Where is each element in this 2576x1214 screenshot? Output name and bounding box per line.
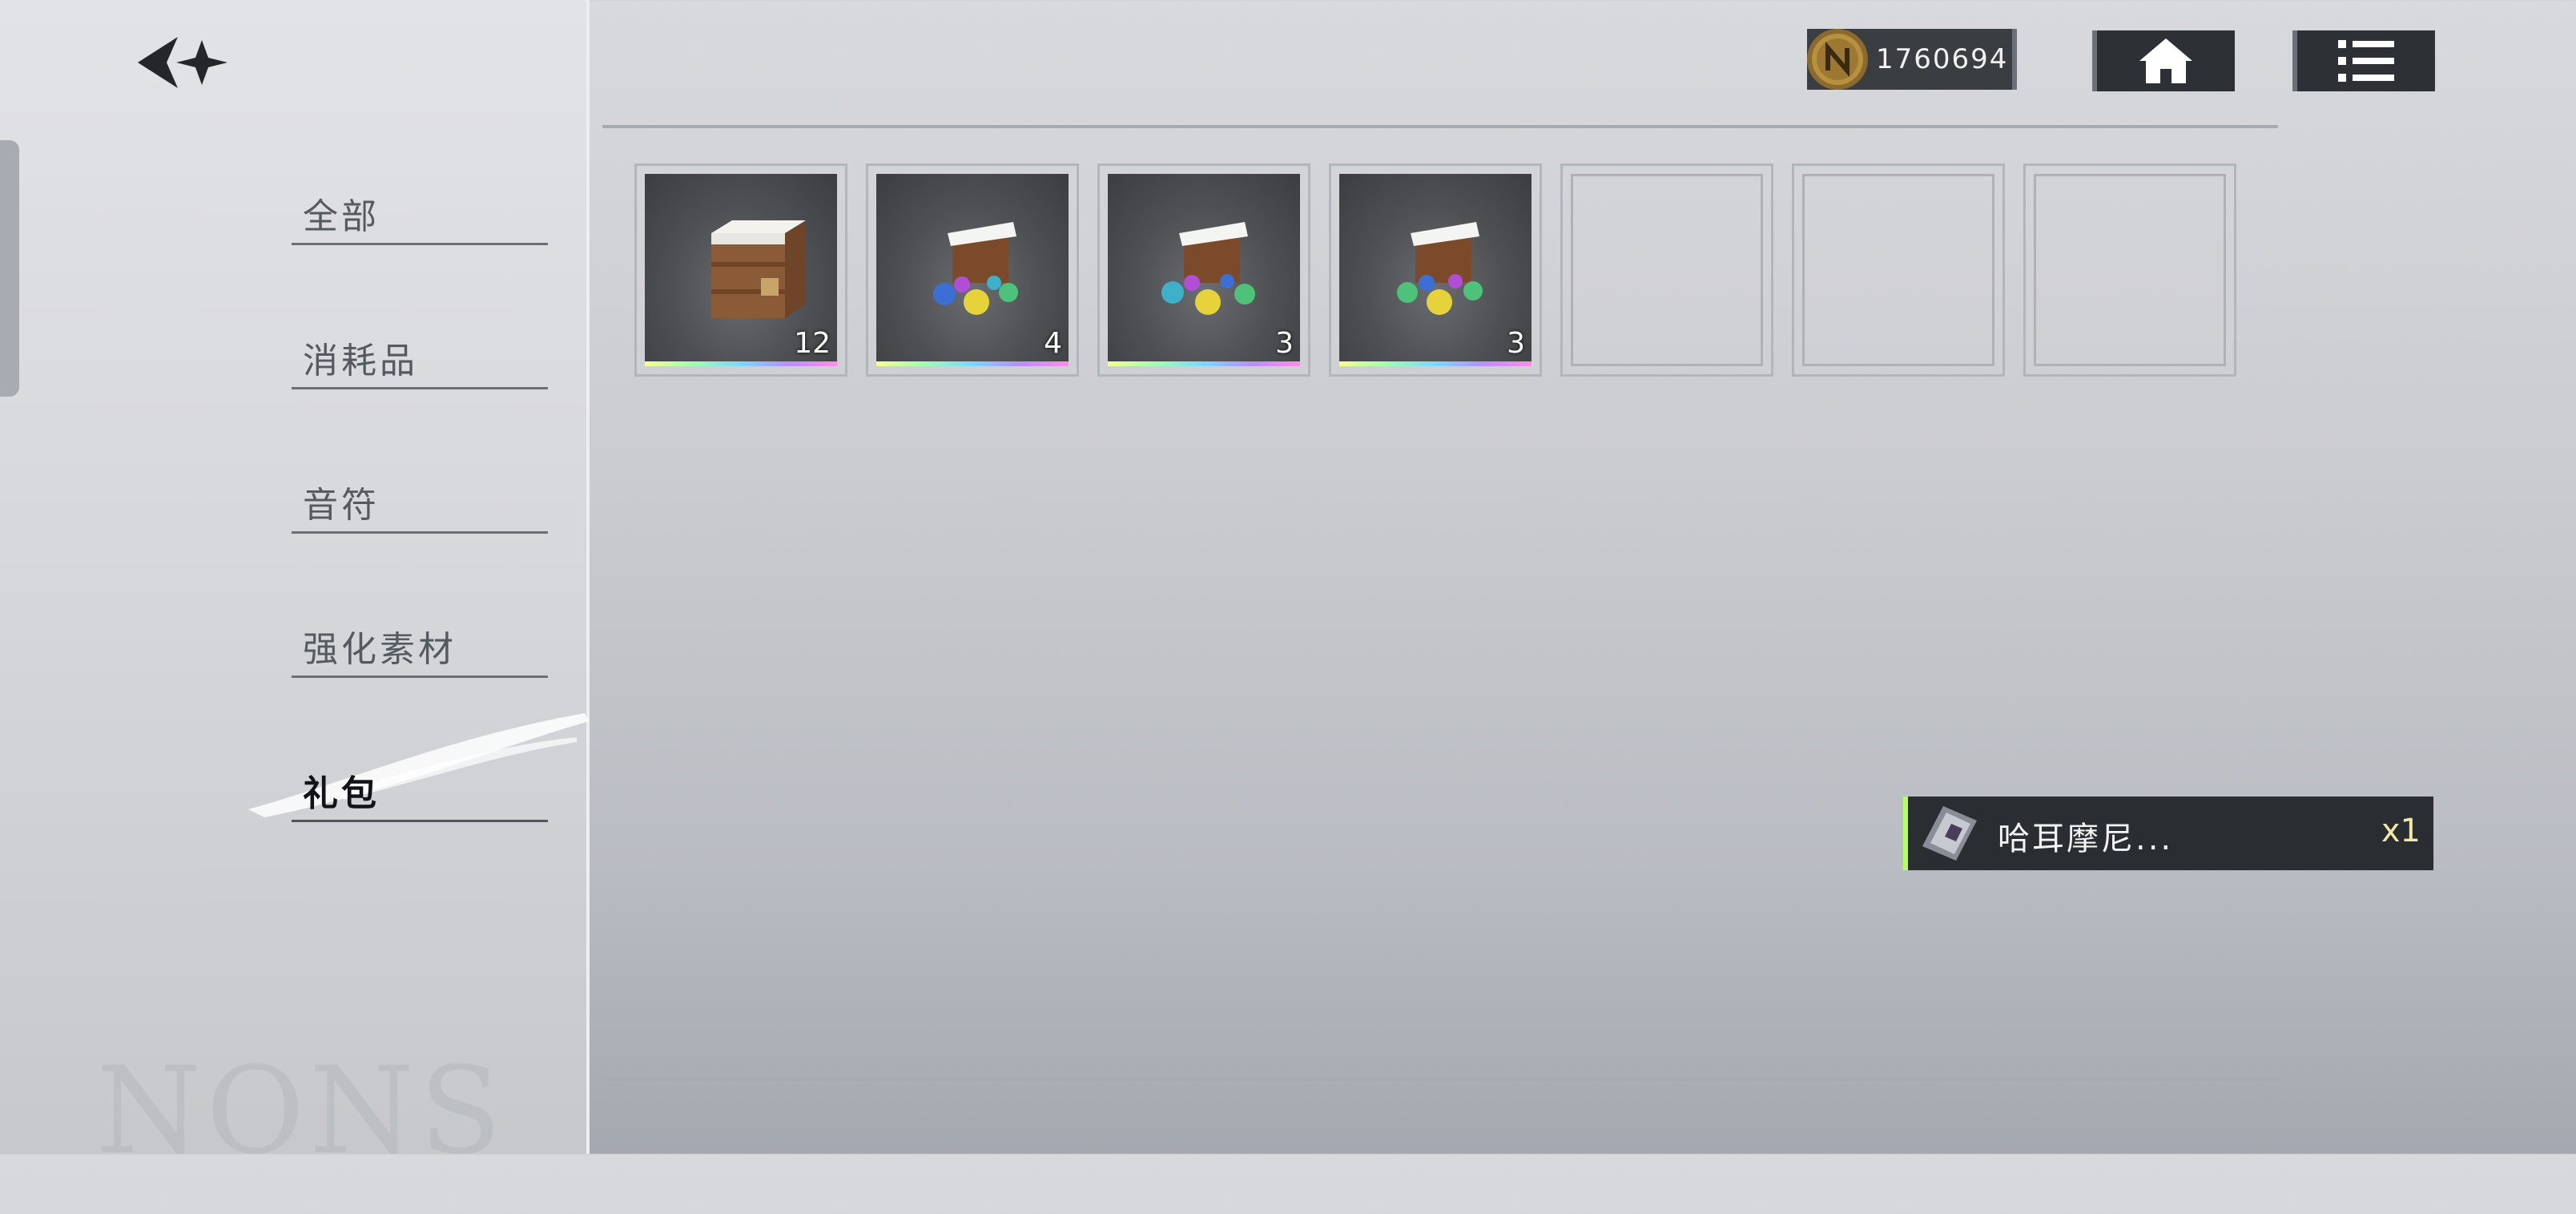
category-all[interactable]: 全部 [292,181,548,245]
category-underline [292,243,548,245]
rarity-bar [1108,361,1300,366]
gift-box-icon [933,222,1018,315]
back-button[interactable] [136,30,232,95]
item-count: 4 [1044,327,1062,360]
category-enhance-materials[interactable]: 强化素材 [292,614,548,678]
sidebar-edge-handle [0,140,19,397]
category-consumables[interactable]: 消耗品 [292,325,548,389]
category-underline [292,531,548,534]
rarity-bar [645,361,837,366]
empty-slot[interactable] [2023,163,2236,377]
slot-frame [2034,174,2226,366]
category-label: 强化素材 [303,629,457,670]
category-underline [292,387,548,389]
home-button[interactable] [2092,30,2235,91]
decorative-watermark-bottom: NONS [96,1042,507,1181]
gift-box-icon [1397,222,1483,315]
category-gift-packs[interactable]: 礼包 [292,758,548,822]
toast-item-name: 哈耳摩尼... [1998,821,2174,857]
item-card-icon [1922,806,1977,861]
home-icon [2139,38,2192,83]
slot-frame: 3 [1339,174,1532,366]
slot-frame [1802,174,1994,366]
inventory-slot[interactable]: 12 [634,163,847,377]
category-underline [292,820,548,822]
item-count: 3 [1507,327,1525,360]
menu-button[interactable] [2292,30,2435,91]
item-count: 12 [794,327,831,360]
slot-frame: 12 [645,174,837,366]
slot-frame: 3 [1108,174,1300,366]
inventory-slot[interactable]: 3 [1329,163,1542,377]
category-label: 全部 [303,196,380,237]
currency-display[interactable]: 1760694 [1807,29,2017,90]
back-arrow-icon [138,37,227,88]
inventory-slot[interactable]: 3 [1097,163,1310,377]
category-label: 消耗品 [303,341,418,381]
currency-amount: 1760694 [1876,43,2009,75]
item-count: 3 [1275,327,1294,360]
empty-slot[interactable] [1792,163,2005,377]
category-label: 音符 [303,485,380,526]
category-notes[interactable]: 音符 [292,470,548,534]
category-label: 礼包 [303,773,380,814]
footer-divider [602,1079,2278,1081]
slot-frame: 4 [876,174,1069,366]
rarity-bar [1339,361,1532,366]
coin-icon [1807,29,1868,90]
wooden-crate-icon [711,220,806,318]
toast-item-quantity: x1 [2381,813,2421,849]
category-sidebar: NONS NONS 全部 消耗品 音符 强化素材 礼包 [0,0,590,1181]
gift-box-icon [1161,222,1255,315]
inventory-slot[interactable]: 4 [866,163,1079,377]
item-acquired-toast: 哈耳摩尼... x1 [1903,797,2433,870]
currency-edge [2012,29,2017,90]
rarity-bar [876,361,1069,366]
list-menu-icon [2338,40,2394,82]
slot-frame [1571,174,1763,366]
category-underline [292,676,548,678]
header-divider [602,125,2278,128]
empty-slot[interactable] [1560,163,1773,377]
